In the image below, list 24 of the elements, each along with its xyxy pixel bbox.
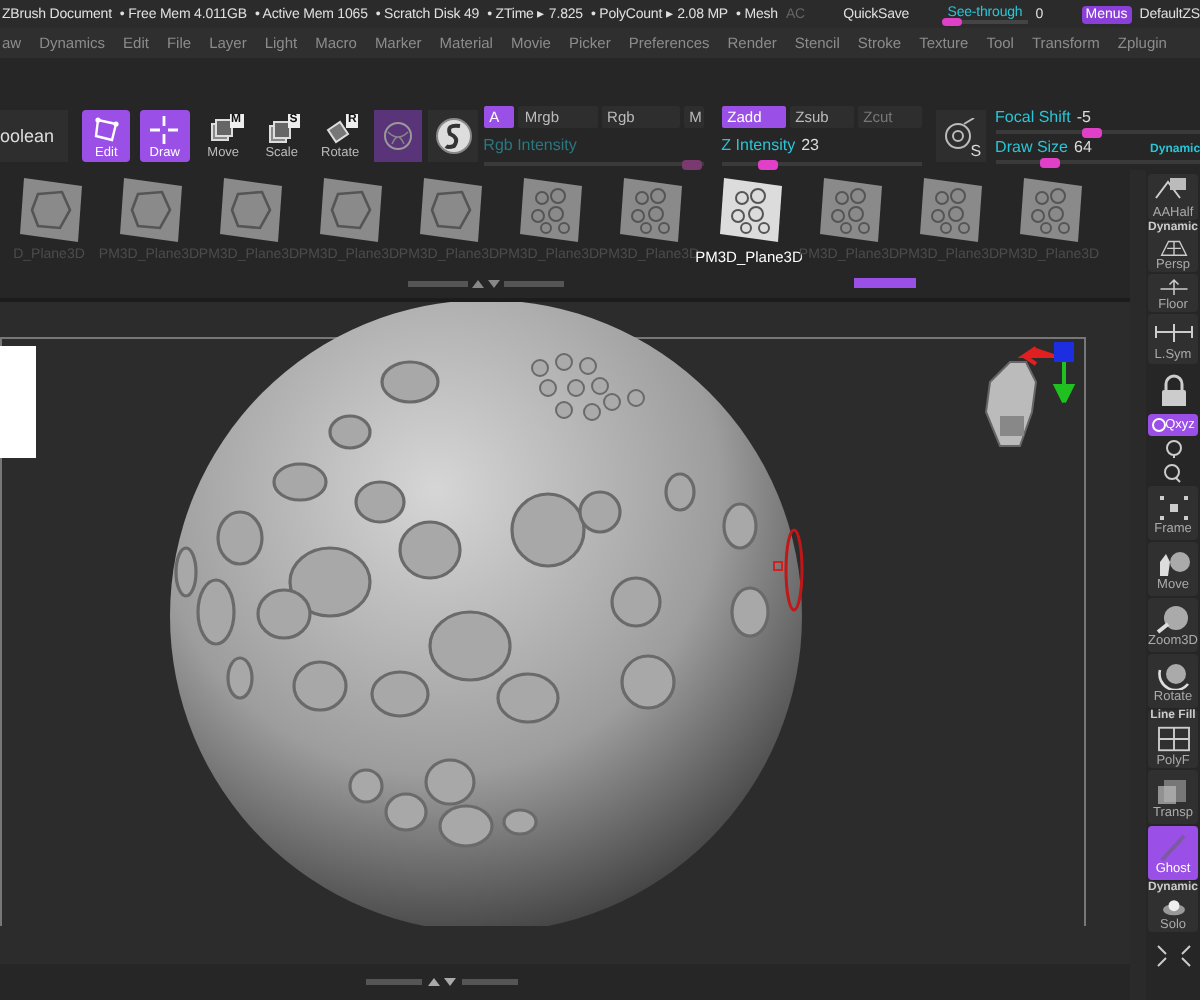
brush-cursor-icon (773, 528, 804, 612)
brush-button[interactable]: S (936, 110, 986, 162)
brush-letter: S (970, 142, 982, 160)
slider-thumb[interactable] (757, 159, 778, 169)
edit-icon (90, 113, 123, 145)
focal-shift-value: -5 (1076, 108, 1091, 126)
slider-thumb[interactable] (1081, 127, 1102, 137)
boolean-button[interactable]: oolean (0, 110, 69, 162)
draw-size-value: 64 (1074, 138, 1092, 156)
z-intensity-value: 23 (801, 136, 819, 154)
brush-icon (942, 118, 979, 154)
rgb-intensity-label: Rgb Intensity (483, 136, 579, 154)
slider-thumb[interactable] (942, 17, 963, 25)
shelf-scrollbar[interactable] (854, 278, 916, 288)
draw-size-label: Draw Size (995, 138, 1068, 156)
stroke-type-icon[interactable] (433, 116, 474, 156)
material-button[interactable] (374, 110, 423, 162)
draw-icon (148, 113, 181, 145)
slider-thumb[interactable] (1040, 157, 1061, 167)
focal-shift-label: Focal Shift (995, 108, 1071, 126)
reference-image (0, 346, 36, 458)
axis-gizmo-drawing (984, 342, 1076, 447)
sphere-icon (382, 120, 415, 152)
z-intensity-label: Z Intensity (721, 136, 796, 154)
